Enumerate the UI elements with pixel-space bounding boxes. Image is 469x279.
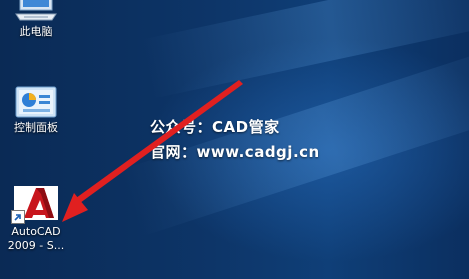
desktop[interactable]: 此电脑 控制面板 AutoCAD 2009 - S... 公众号：CAD管家 官… bbox=[0, 0, 469, 279]
annotation-arrow-icon bbox=[62, 80, 243, 222]
